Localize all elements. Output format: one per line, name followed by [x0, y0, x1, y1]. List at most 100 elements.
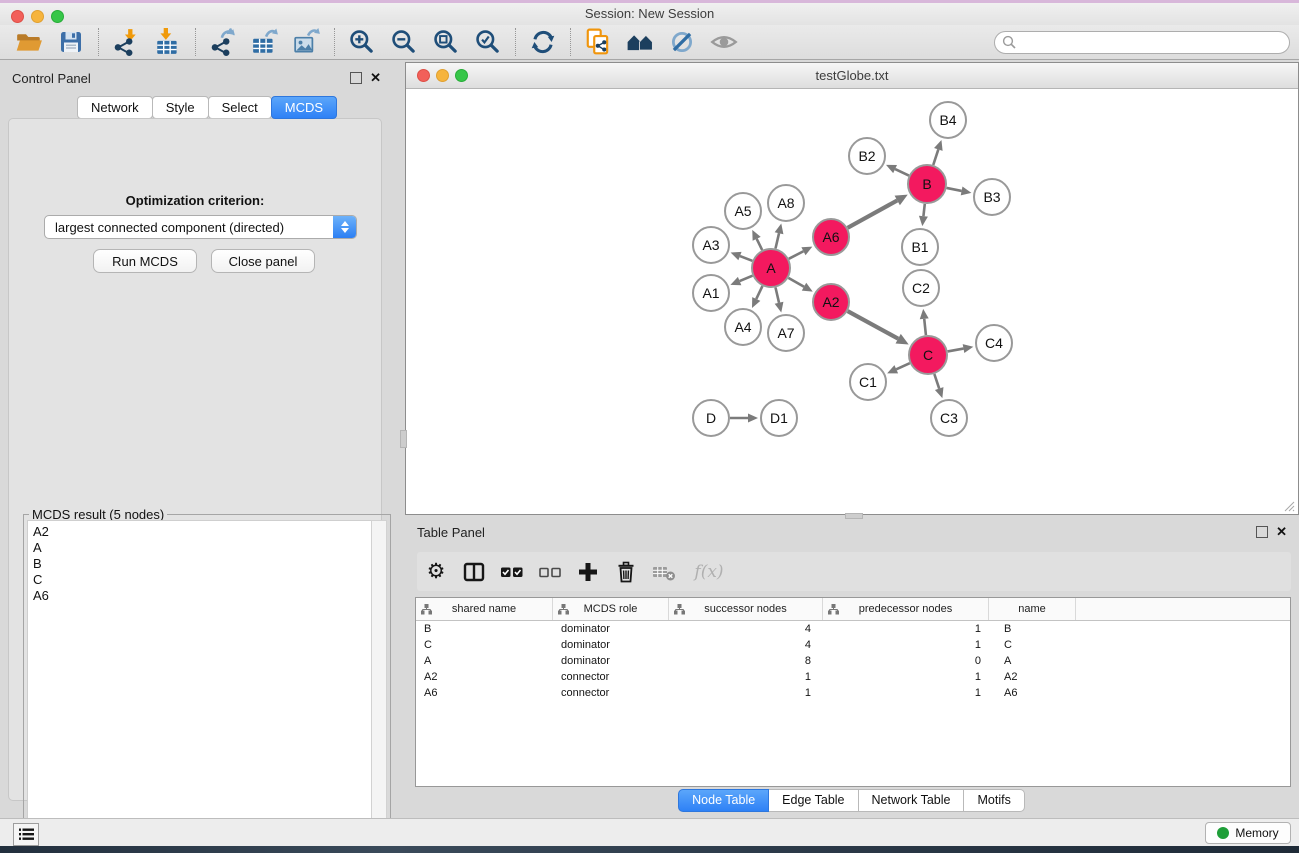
- graph-node-B[interactable]: B: [908, 165, 946, 203]
- column-header-name[interactable]: name: [989, 598, 1076, 620]
- edge-A-A6[interactable]: [789, 251, 804, 259]
- graph-node-C3[interactable]: C3: [931, 400, 967, 436]
- hide-details-icon[interactable]: [661, 26, 703, 58]
- export-image-icon[interactable]: [286, 26, 328, 58]
- splitpane-grip-vertical[interactable]: [400, 430, 407, 448]
- graph-node-B2[interactable]: B2: [849, 138, 885, 174]
- edge-A-A2[interactable]: [788, 278, 804, 287]
- result-list-item[interactable]: C: [28, 572, 372, 588]
- tab-edge-table[interactable]: Edge Table: [768, 789, 858, 812]
- window-titlebar[interactable]: Session: New Session: [0, 3, 1299, 25]
- edge-A-A5[interactable]: [757, 239, 763, 250]
- column-header-predecessor-nodes[interactable]: predecessor nodes: [823, 598, 989, 620]
- gear-icon[interactable]: ⚙: [417, 555, 455, 589]
- table-row[interactable]: Cdominator41C: [416, 637, 1290, 653]
- delete-icon[interactable]: [607, 555, 645, 589]
- close-panel-button[interactable]: Close panel: [211, 249, 315, 273]
- graph-node-D1[interactable]: D1: [761, 400, 797, 436]
- zoom-selected-icon[interactable]: [467, 26, 509, 58]
- edge-A-A3[interactable]: [740, 256, 752, 261]
- ndex-home-icon[interactable]: [619, 26, 661, 58]
- result-list-item[interactable]: B: [28, 556, 372, 572]
- table-row[interactable]: A2connector11A2: [416, 669, 1290, 685]
- column-header-successor-nodes[interactable]: successor nodes: [669, 598, 823, 620]
- graph-node-C1[interactable]: C1: [850, 364, 886, 400]
- table-row[interactable]: Bdominator41B: [416, 621, 1290, 637]
- apply-layout-icon[interactable]: [522, 26, 564, 58]
- edge-B-B2[interactable]: [895, 169, 909, 175]
- export-network-icon[interactable]: [202, 26, 244, 58]
- result-list-item[interactable]: A2: [28, 524, 372, 540]
- ndex-import-icon[interactable]: [577, 26, 619, 58]
- float-panel-icon[interactable]: [350, 72, 362, 84]
- graph-node-A8[interactable]: A8: [768, 185, 804, 221]
- tab-style[interactable]: Style: [152, 96, 209, 119]
- save-session-icon[interactable]: [50, 26, 92, 58]
- run-mcds-button[interactable]: Run MCDS: [93, 249, 197, 273]
- result-list-scrollbar[interactable]: [371, 520, 387, 851]
- edge-A-A4[interactable]: [756, 286, 762, 299]
- resize-grip-icon[interactable]: [1283, 500, 1295, 512]
- function-builder-icon[interactable]: f(x): [683, 555, 735, 589]
- graph-node-A2[interactable]: A2: [813, 284, 849, 320]
- task-history-button[interactable]: [13, 823, 39, 846]
- split-columns-icon[interactable]: [455, 555, 493, 589]
- graph-node-A5[interactable]: A5: [725, 193, 761, 229]
- edge-C-C4[interactable]: [948, 349, 964, 352]
- graph-node-D[interactable]: D: [693, 400, 729, 436]
- search-input[interactable]: [994, 31, 1290, 54]
- delete-table-icon[interactable]: [645, 555, 683, 589]
- graph-node-C[interactable]: C: [909, 336, 947, 374]
- tab-network[interactable]: Network: [77, 96, 153, 119]
- close-panel-icon[interactable]: ✕: [370, 73, 381, 83]
- zoom-fit-icon[interactable]: [425, 26, 467, 58]
- tab-node-table[interactable]: Node Table: [678, 789, 769, 812]
- table-row[interactable]: Adominator80A: [416, 653, 1290, 669]
- tab-mcds[interactable]: MCDS: [271, 96, 337, 119]
- result-list-item[interactable]: A: [28, 540, 372, 556]
- float-panel-icon[interactable]: [1256, 526, 1268, 538]
- edge-A2-C[interactable]: [848, 311, 898, 339]
- edge-A-A1[interactable]: [740, 276, 753, 281]
- zoom-out-icon[interactable]: [383, 26, 425, 58]
- result-list-item[interactable]: A6: [28, 588, 372, 604]
- graph-node-C2[interactable]: C2: [903, 270, 939, 306]
- edge-C-C2[interactable]: [924, 319, 926, 335]
- select-all-icon[interactable]: [493, 555, 531, 589]
- add-column-icon[interactable]: [569, 555, 607, 589]
- deselect-all-icon[interactable]: [531, 555, 569, 589]
- graph-node-B3[interactable]: B3: [974, 179, 1010, 215]
- zoom-in-icon[interactable]: [341, 26, 383, 58]
- criterion-dropdown[interactable]: largest connected component (directed): [44, 215, 357, 239]
- edge-A-A8[interactable]: [775, 233, 779, 248]
- network-canvas[interactable]: ABCA6A2B4B2B3B1A5A8A3A1A4A7C2C4C1C3DD1: [407, 89, 1297, 514]
- graph-node-A6[interactable]: A6: [813, 219, 849, 255]
- table-row[interactable]: A6connector11A6: [416, 685, 1290, 701]
- edge-B-B4[interactable]: [933, 149, 938, 165]
- open-session-icon[interactable]: [8, 26, 50, 58]
- export-table-icon[interactable]: [244, 26, 286, 58]
- tab-select[interactable]: Select: [208, 96, 272, 119]
- show-details-icon[interactable]: [703, 26, 745, 58]
- edge-C-C1[interactable]: [896, 363, 909, 369]
- edge-A6-B[interactable]: [848, 200, 898, 227]
- edge-B-B1[interactable]: [923, 204, 924, 216]
- import-network-icon[interactable]: [105, 26, 147, 58]
- mcds-result-list[interactable]: A2ABCA6: [27, 520, 373, 851]
- close-panel-icon[interactable]: ✕: [1276, 527, 1287, 537]
- graph-node-B1[interactable]: B1: [902, 229, 938, 265]
- graph-node-A7[interactable]: A7: [768, 315, 804, 351]
- edge-B-B3[interactable]: [947, 188, 962, 191]
- edge-C-C3[interactable]: [934, 374, 939, 389]
- network-window-titlebar[interactable]: testGlobe.txt: [406, 63, 1298, 89]
- import-table-icon[interactable]: [147, 26, 189, 58]
- column-header-shared-name[interactable]: shared name: [416, 598, 553, 620]
- memory-button[interactable]: Memory: [1205, 822, 1291, 844]
- graph-node-A[interactable]: A: [752, 249, 790, 287]
- column-header-MCDS-role[interactable]: MCDS role: [553, 598, 669, 620]
- graph-node-B4[interactable]: B4: [930, 102, 966, 138]
- graph-node-A1[interactable]: A1: [693, 275, 729, 311]
- graph-node-A3[interactable]: A3: [693, 227, 729, 263]
- graph-node-C4[interactable]: C4: [976, 325, 1012, 361]
- edge-A-A7[interactable]: [775, 287, 779, 302]
